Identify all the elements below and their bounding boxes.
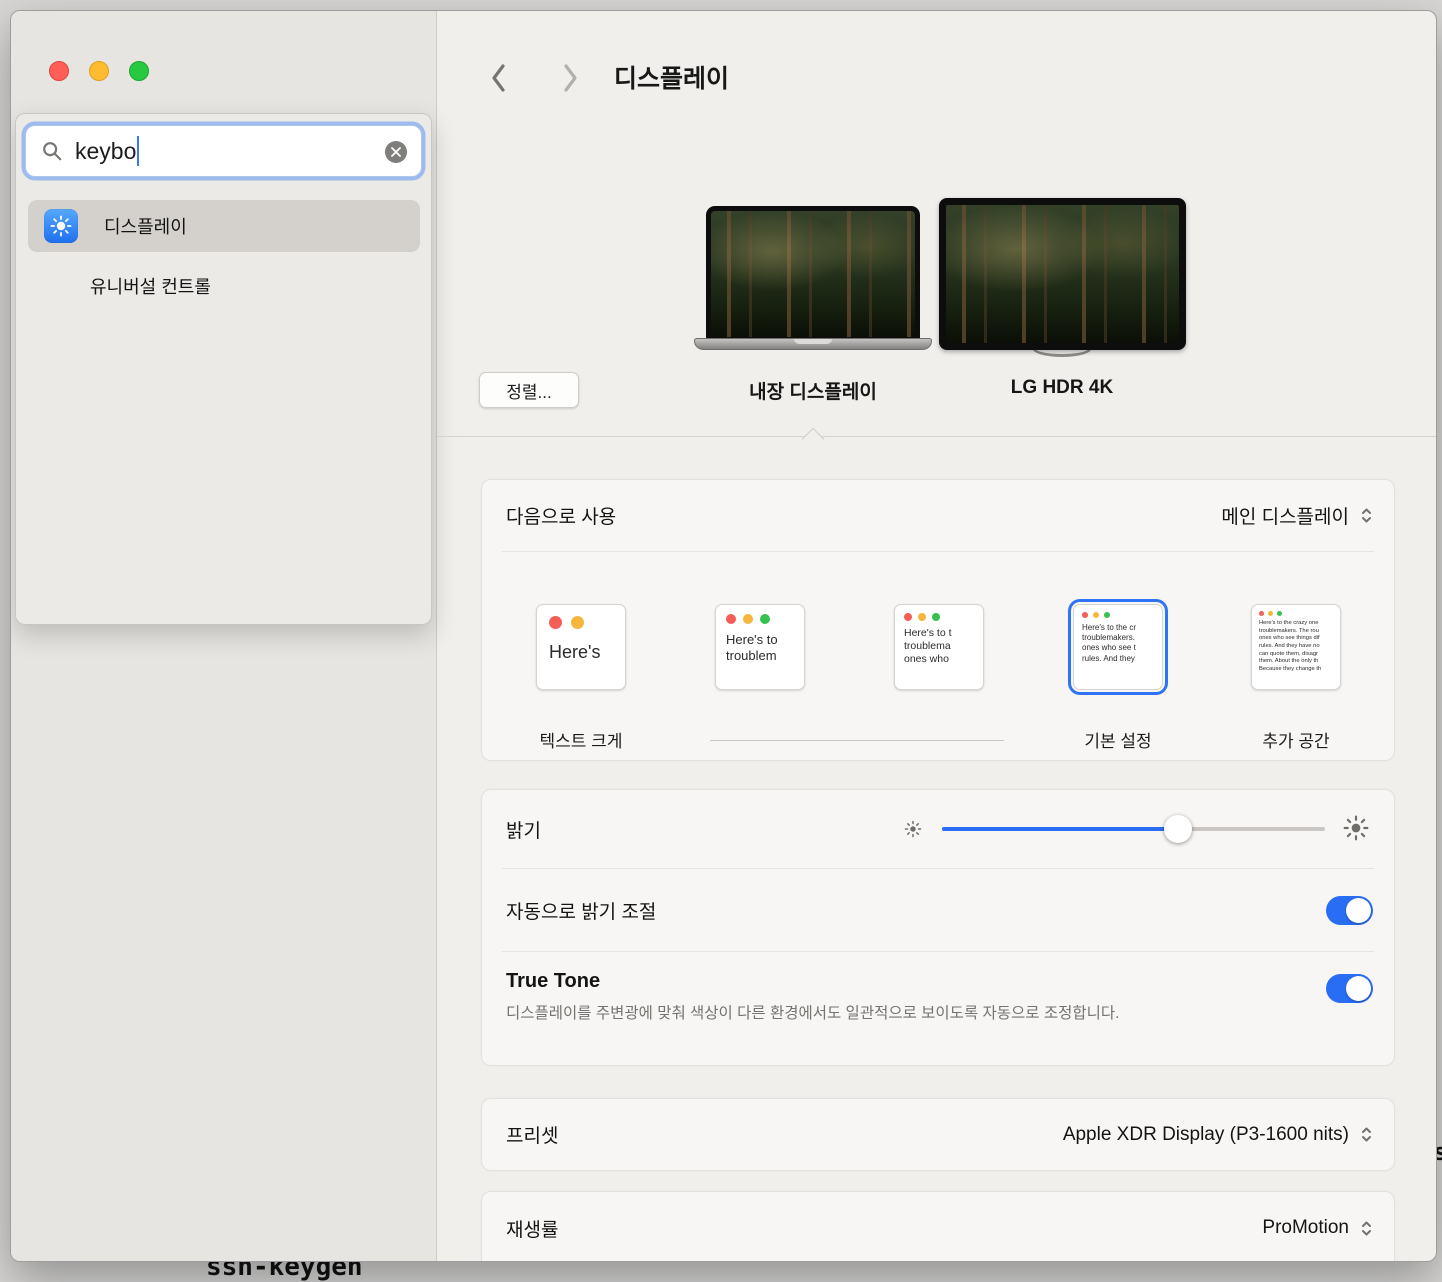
scaling-label-larger-text: 텍스트 크게 <box>540 727 623 752</box>
brightness-label: 밝기 <box>506 816 541 843</box>
brightness-card: 밝기 <box>481 789 1395 1066</box>
chevron-up-down-icon <box>1360 1220 1373 1237</box>
text-cursor <box>137 136 139 166</box>
brightness-slider-thumb[interactable] <box>1164 815 1192 843</box>
use-as-label: 다음으로 사용 <box>506 502 616 529</box>
wallpaper-forest-image <box>946 205 1179 343</box>
scaling-label-more-space: 추가 공간 <box>1262 727 1329 752</box>
external-display-label: LG HDR 4K <box>1011 377 1113 399</box>
search-result-displays[interactable]: 디스플레이 <box>28 200 420 252</box>
brightness-dim-icon <box>904 820 922 838</box>
window-controls <box>49 61 149 81</box>
sample-text: Here's to the crazy one troublemakers. T… <box>1252 616 1340 673</box>
brightness-bright-icon <box>1343 815 1369 841</box>
search-icon <box>41 140 63 162</box>
mini-traffic-lights-icon <box>1252 605 1340 616</box>
use-as-row: 다음으로 사용 메인 디스플레이 <box>482 480 1394 551</box>
scaling-track-line <box>710 740 1004 741</box>
refresh-rate-value: ProMotion <box>1262 1217 1349 1239</box>
brightness-slider-fill <box>942 827 1178 831</box>
true-tone-text: True Tone 디스플레이를 주변광에 맞춰 색상이 다른 환경에서도 일관… <box>506 970 1119 1025</box>
search-query-text: keybo <box>75 138 136 165</box>
search-result-label: 디스플레이 <box>104 213 187 239</box>
close-button[interactable] <box>49 61 69 81</box>
search-result-label: 유니버설 컨트롤 <box>90 273 211 299</box>
sample-text: Here's to troublem <box>716 624 804 665</box>
sidebar: keybo <box>11 11 437 1261</box>
true-tone-toggle[interactable] <box>1326 974 1373 1003</box>
true-tone-description: 디스플레이를 주변광에 맞춰 색상이 다른 환경에서도 일관적으로 보이도록 자… <box>506 1002 1119 1025</box>
use-as-dropdown[interactable]: 메인 디스플레이 <box>1221 502 1373 529</box>
display-settings-card: 다음으로 사용 메인 디스플레이 Her <box>481 479 1395 761</box>
refresh-rate-dropdown[interactable]: ProMotion <box>1262 1217 1373 1239</box>
brightness-row: 밝기 <box>482 790 1394 868</box>
page-title: 디스플레이 <box>614 59 729 95</box>
main-content: 디스플레이 내장 디스플레이 LG HDR 4K 정렬... 다음으로 사용 메… <box>437 11 1436 1261</box>
external-display-thumbnail[interactable] <box>939 198 1186 350</box>
sample-text: Here's <box>537 629 625 663</box>
system-settings-window: keybo <box>10 10 1437 1262</box>
arrange-button[interactable]: 정렬... <box>479 372 579 408</box>
preset-label: 프리셋 <box>506 1121 558 1148</box>
minimize-button[interactable] <box>89 61 109 81</box>
clear-search-button[interactable] <box>385 141 407 163</box>
divider <box>437 436 1436 437</box>
preset-dropdown[interactable]: Apple XDR Display (P3-1600 nits) <box>1063 1124 1373 1146</box>
chevron-up-down-icon <box>1360 1126 1373 1143</box>
auto-brightness-toggle[interactable] <box>1326 896 1373 925</box>
search-result-universal-control[interactable]: 유니버설 컨트롤 <box>28 264 420 308</box>
refresh-rate-label: 재생률 <box>506 1215 558 1242</box>
scaling-options: Here's Here's to troublem <box>482 552 1394 761</box>
builtin-display-label: 내장 디스플레이 <box>749 377 877 404</box>
display-brightness-icon <box>44 209 78 243</box>
preset-card: 프리셋 Apple XDR Display (P3-1600 nits) <box>481 1098 1395 1171</box>
laptop-base <box>694 338 932 350</box>
search-input[interactable]: keybo <box>25 125 422 177</box>
refresh-rate-row: 재생률 ProMotion <box>482 1192 1394 1262</box>
true-tone-row: True Tone 디스플레이를 주변광에 맞춰 색상이 다른 환경에서도 일관… <box>482 952 1394 1025</box>
mini-traffic-lights-icon <box>716 605 804 624</box>
wallpaper-forest-image <box>711 211 915 337</box>
scaling-option-2[interactable]: Here's to troublem <box>715 604 805 690</box>
true-tone-label: True Tone <box>506 970 1119 993</box>
search-results-popover: keybo <box>15 113 432 625</box>
scaling-option-1[interactable]: Here's <box>536 604 626 690</box>
forward-button[interactable] <box>557 61 583 95</box>
sample-text: Here's to t troublema ones who <box>895 621 983 665</box>
scaling-option-4[interactable]: Here's to the cr troublemakers. ones who… <box>1073 604 1163 690</box>
preset-value: Apple XDR Display (P3-1600 nits) <box>1063 1124 1349 1146</box>
zoom-button[interactable] <box>129 61 149 81</box>
mini-traffic-lights-icon <box>895 605 983 621</box>
scaling-option-3[interactable]: Here's to t troublema ones who <box>894 604 984 690</box>
refresh-rate-card: 재생률 ProMotion <box>481 1191 1395 1262</box>
mini-traffic-lights-icon <box>1074 605 1162 618</box>
selected-display-caret <box>802 428 825 451</box>
chevron-up-down-icon <box>1360 507 1373 524</box>
scaling-label-default: 기본 설정 <box>1084 727 1151 752</box>
scaling-option-5[interactable]: Here's to the crazy one troublemakers. T… <box>1251 604 1341 690</box>
auto-brightness-row: 자동으로 밝기 조절 <box>482 869 1394 951</box>
builtin-display-thumbnail[interactable] <box>706 206 920 342</box>
use-as-value: 메인 디스플레이 <box>1221 502 1349 529</box>
back-button[interactable] <box>485 61 511 95</box>
sample-text: Here's to the cr troublemakers. ones who… <box>1074 618 1162 664</box>
brightness-slider[interactable] <box>942 790 1325 868</box>
auto-brightness-label: 자동으로 밝기 조절 <box>506 897 656 924</box>
preset-row: 프리셋 Apple XDR Display (P3-1600 nits) <box>482 1099 1394 1170</box>
mini-traffic-lights-icon <box>537 605 625 629</box>
